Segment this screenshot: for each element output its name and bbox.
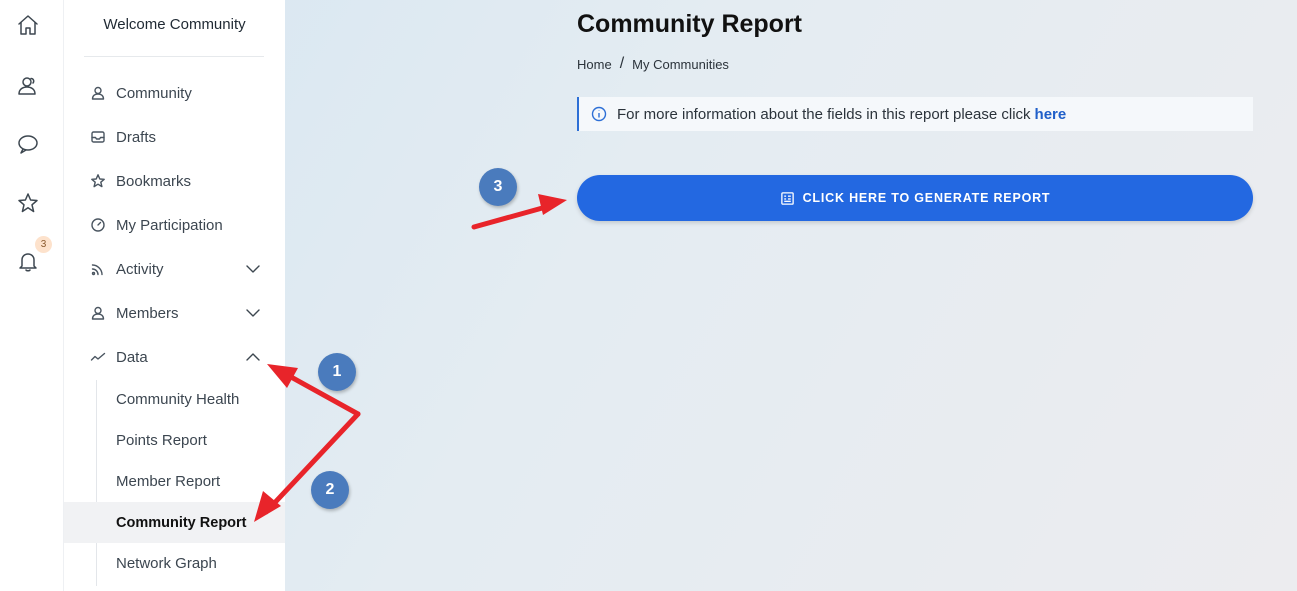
info-icon: [591, 106, 607, 122]
sidebar-item-label: Activity: [116, 260, 164, 278]
home-icon[interactable]: [14, 11, 42, 39]
sidebar: Welcome Community Community Drafts Bookm…: [64, 0, 285, 591]
icon-rail: 3: [0, 0, 64, 591]
sidebar-subitem-network-graph[interactable]: Network Graph: [64, 543, 285, 584]
generate-report-label: CLICK HERE TO GENERATE REPORT: [802, 191, 1051, 205]
rss-icon: [90, 261, 106, 277]
sidebar-subitem-label: Community Health: [116, 391, 240, 408]
sidebar-item-label: Data: [116, 348, 148, 366]
sidebar-subitem-community-health[interactable]: Community Health: [64, 379, 285, 420]
star-icon: [90, 173, 106, 189]
sidebar-item-label: Members: [116, 304, 179, 322]
step-badge-2: 2: [311, 471, 349, 509]
sidebar-item-label: Community: [116, 84, 192, 102]
sidebar-subitem-label: Points Report: [116, 432, 207, 449]
community-icon[interactable]: [14, 72, 42, 100]
sidebar-subitem-community-report[interactable]: Community Report: [64, 502, 285, 543]
sidebar-item-drafts[interactable]: Drafts: [64, 115, 285, 159]
sidebar-item-label: Drafts: [116, 128, 157, 146]
chevron-up-icon[interactable]: [245, 349, 261, 365]
sidebar-item-label: Bookmarks: [116, 172, 192, 190]
report-icon: [780, 191, 795, 206]
sidebar-item-label: My Participation: [116, 216, 223, 234]
breadcrumb-home[interactable]: Home: [577, 57, 612, 72]
sidebar-subitem-label: Network Graph: [116, 555, 217, 572]
breadcrumb-separator: /: [619, 55, 625, 72]
sidebar-subitem-member-report[interactable]: Member Report: [64, 461, 285, 502]
breadcrumb-my-communities[interactable]: My Communities: [632, 57, 729, 72]
sidebar-item-my-participation[interactable]: My Participation: [64, 203, 285, 247]
sidebar-divider: [84, 56, 264, 57]
arrow-step-3: [471, 204, 549, 230]
sidebar-item-members[interactable]: Members: [64, 291, 285, 335]
sidebar-item-activity[interactable]: Activity: [64, 247, 285, 291]
sidebar-item-data[interactable]: Data: [64, 335, 285, 379]
sidebar-subitem-label: Community Report: [116, 514, 247, 531]
sidebar-item-bookmarks[interactable]: Bookmarks: [64, 159, 285, 203]
sidebar-title: Welcome Community: [103, 16, 246, 33]
step-badge-3: 3: [479, 168, 517, 206]
person-icon: [90, 305, 106, 321]
info-text: For more information about the fields in…: [617, 105, 1031, 123]
breadcrumb: Home / My Communities: [577, 55, 729, 73]
sidebar-subitem-label: Member Report: [116, 473, 221, 490]
step-badge-1: 1: [318, 353, 356, 391]
info-here-link[interactable]: here: [1035, 106, 1067, 123]
notification-badge: 3: [35, 236, 52, 253]
arrowhead-step-3: [538, 194, 567, 215]
community-icon: [90, 85, 106, 101]
info-banner: For more information about the fields in…: [577, 97, 1253, 131]
trend-icon: [90, 349, 106, 365]
sidebar-item-community[interactable]: Community: [64, 71, 285, 115]
chevron-down-icon[interactable]: [245, 261, 261, 277]
chevron-down-icon[interactable]: [245, 305, 261, 321]
page-title: Community Report: [577, 10, 802, 38]
sidebar-subitem-points-report[interactable]: Points Report: [64, 420, 285, 461]
chat-icon[interactable]: [14, 130, 42, 158]
star-icon[interactable]: [14, 189, 42, 217]
generate-report-button[interactable]: CLICK HERE TO GENERATE REPORT: [577, 175, 1253, 221]
inbox-icon: [90, 129, 106, 145]
gauge-icon: [90, 217, 106, 233]
